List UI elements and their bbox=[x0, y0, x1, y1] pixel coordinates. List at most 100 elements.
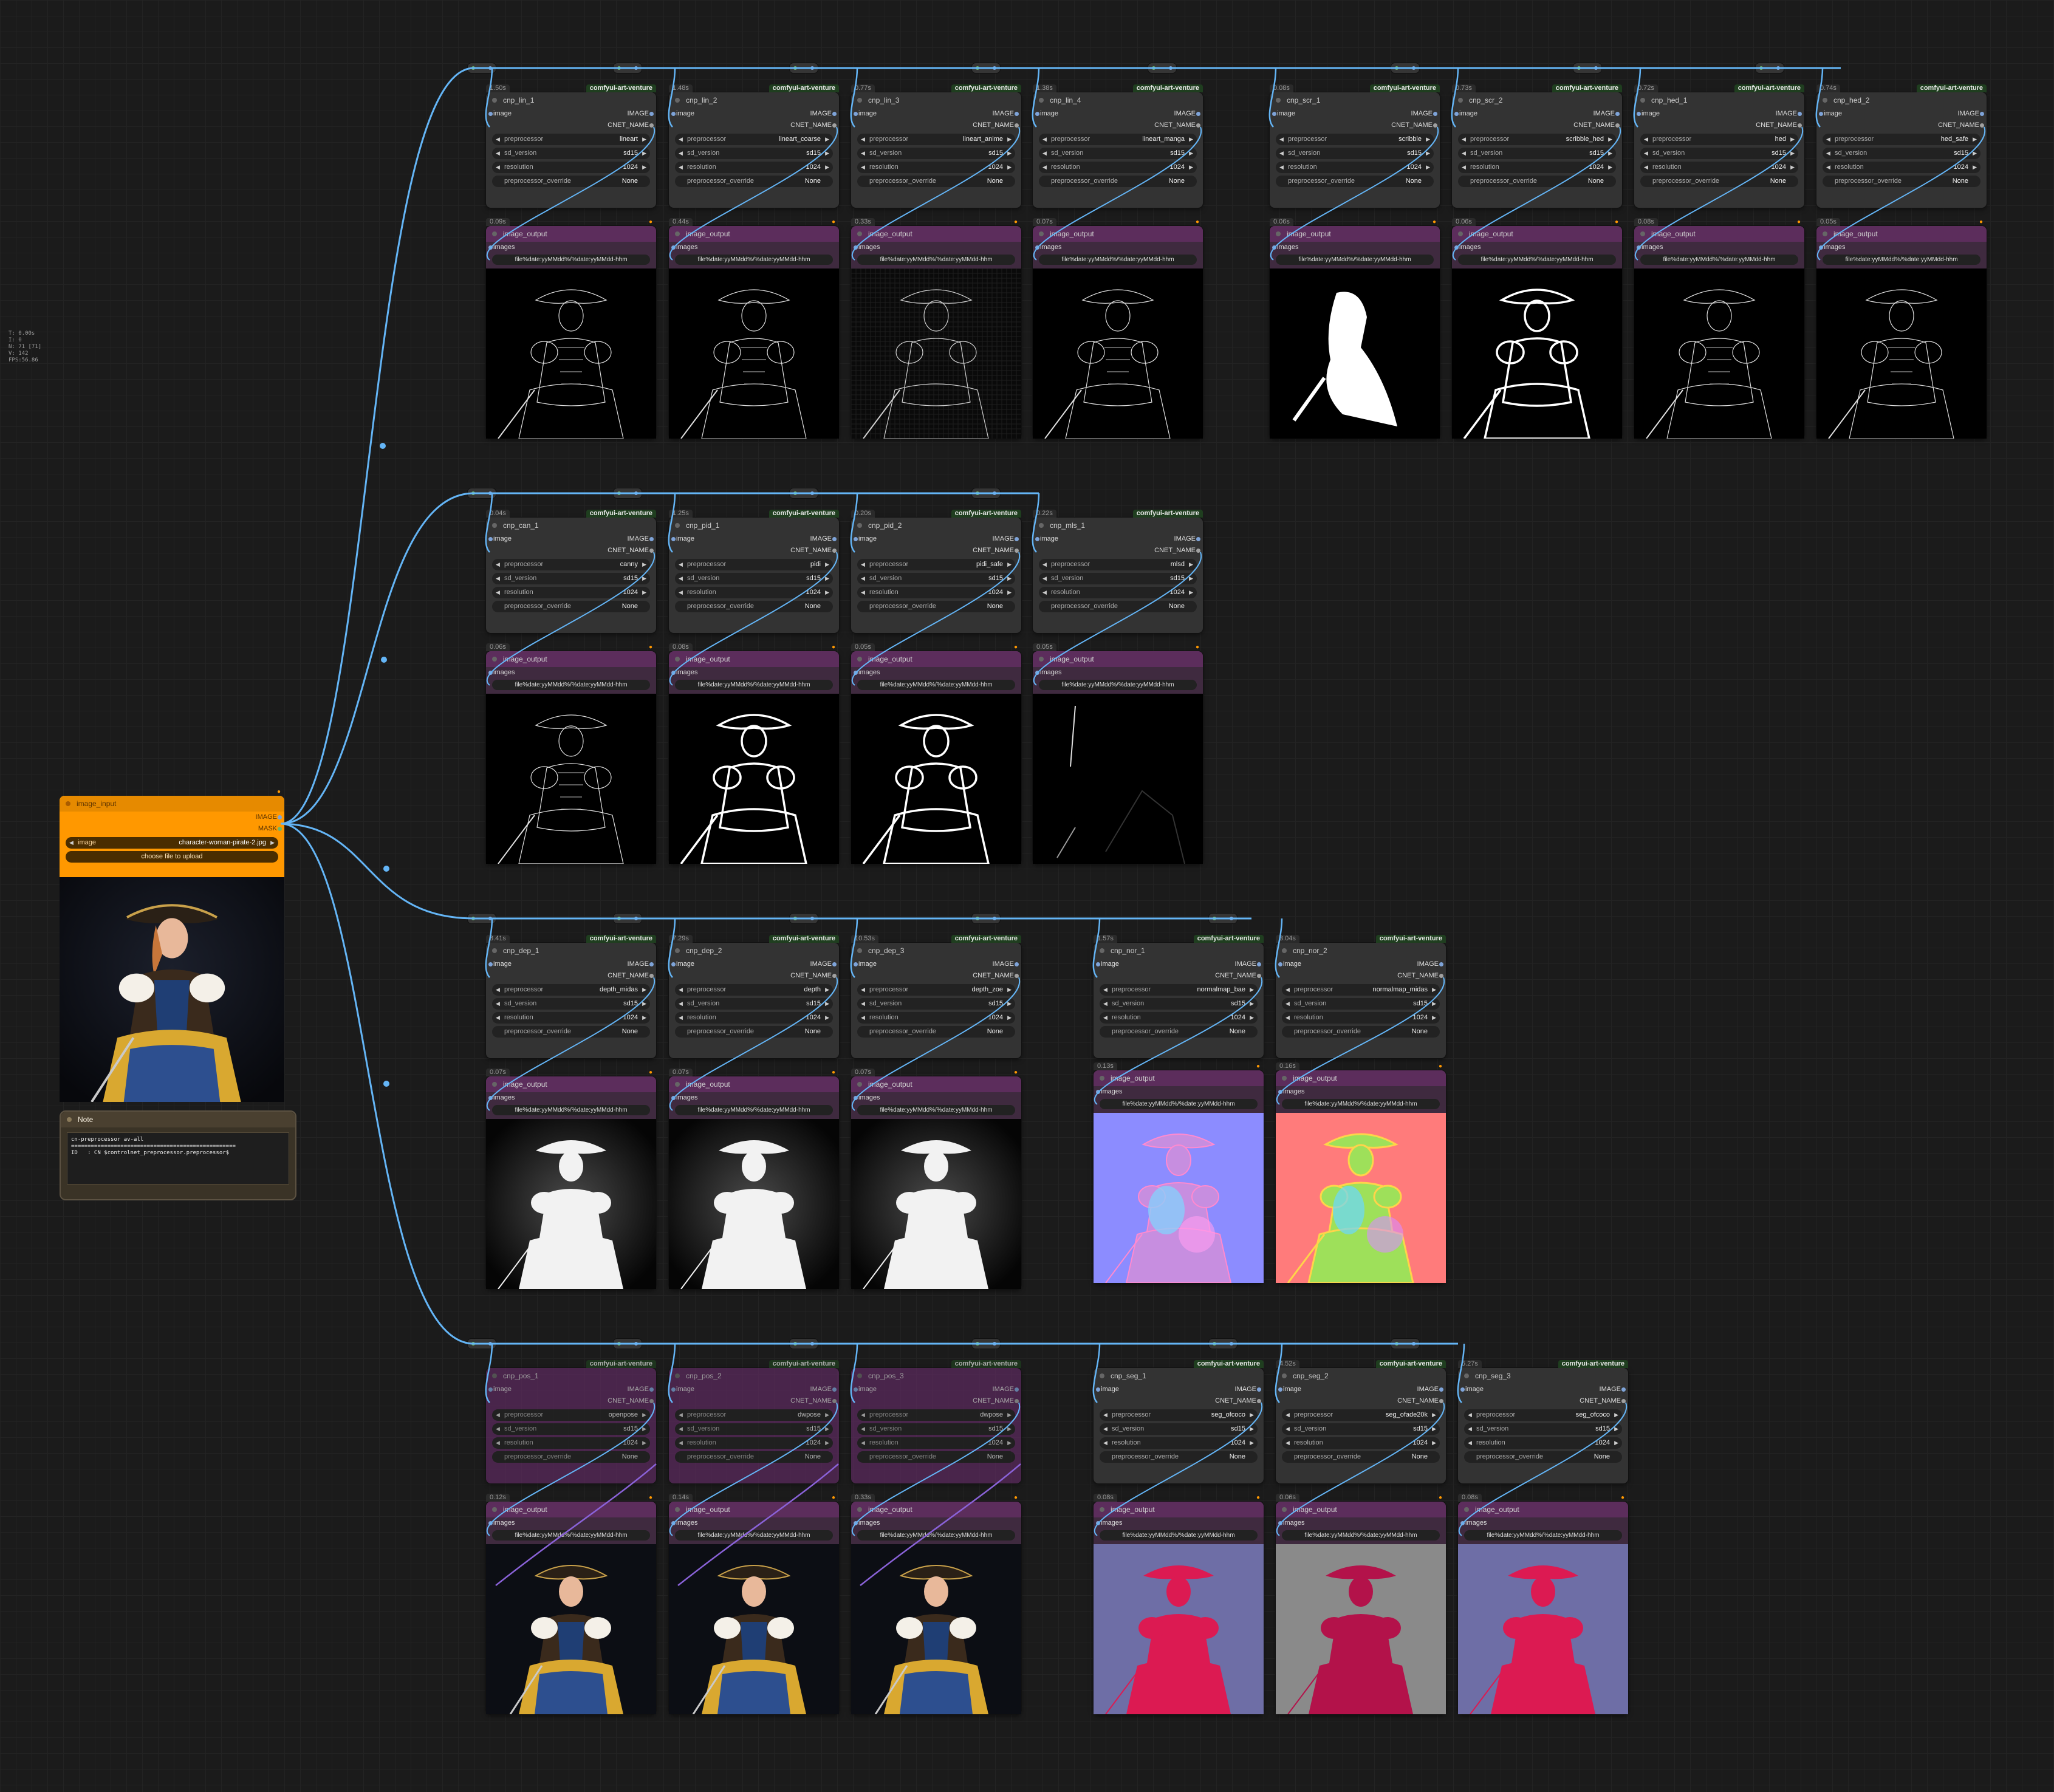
image-output-node[interactable]: 0.08s ● image_output images file%date:yyMMdd… bbox=[1094, 1494, 1264, 1714]
output-image-socket[interactable] bbox=[649, 962, 654, 966]
preprocessor-widget[interactable]: preprocessor lineart_anime bbox=[857, 134, 1015, 145]
image-output-node[interactable]: 0.07s ● image_output images file%date:yyMMdd… bbox=[486, 1069, 656, 1289]
override-widget[interactable]: preprocessor_override None bbox=[1282, 1026, 1440, 1038]
resolution-widget[interactable]: resolution 1024 bbox=[492, 1437, 650, 1449]
preprocessor-widget[interactable]: preprocessor lineart bbox=[492, 134, 650, 145]
output-image-socket[interactable] bbox=[1196, 537, 1200, 541]
input-image-socket[interactable] bbox=[854, 112, 858, 116]
node-title[interactable]: cnp_seg_1 bbox=[1094, 1368, 1264, 1384]
input-images-socket[interactable] bbox=[1637, 245, 1641, 250]
output-cnet-socket[interactable] bbox=[1439, 1399, 1443, 1403]
output-menu-icon[interactable]: ● bbox=[649, 644, 652, 651]
node-title[interactable]: image_output bbox=[851, 1076, 1021, 1092]
input-image-socket[interactable] bbox=[1272, 112, 1276, 116]
reroute-node[interactable] bbox=[972, 63, 1000, 73]
node-title[interactable]: cnp_scr_2 bbox=[1452, 92, 1622, 108]
filename-prefix-widget[interactable]: file%date:yyMMdd%/%date:yyMMdd-hhm bbox=[675, 255, 833, 265]
filename-prefix-widget[interactable]: file%date:yyMMdd%/%date:yyMMdd-hhm bbox=[675, 1105, 833, 1115]
filename-prefix-widget[interactable]: file%date:yyMMdd%/%date:yyMMdd-hhm bbox=[1100, 1530, 1258, 1541]
preprocessor-widget[interactable]: preprocessor lineart_coarse bbox=[675, 134, 833, 145]
output-image-socket[interactable] bbox=[1621, 1387, 1626, 1392]
collapse-toggle-icon[interactable]: ● bbox=[277, 788, 281, 795]
node-title[interactable]: image_output bbox=[1634, 226, 1804, 242]
output-cnet-socket[interactable] bbox=[1615, 123, 1620, 128]
reroute-node[interactable] bbox=[790, 1339, 818, 1349]
filename-prefix-widget[interactable]: file%date:yyMMdd%/%date:yyMMdd-hhm bbox=[1282, 1530, 1440, 1541]
reroute-node[interactable] bbox=[972, 488, 1000, 498]
reroute-node[interactable] bbox=[790, 63, 818, 73]
sd-version-widget[interactable]: sd_version sd15 bbox=[492, 148, 650, 159]
sd-version-widget[interactable]: sd_version sd15 bbox=[492, 573, 650, 584]
node-title[interactable]: cnp_pos_3 bbox=[851, 1368, 1021, 1384]
input-image-socket[interactable] bbox=[488, 962, 493, 966]
output-cnet-socket[interactable] bbox=[1621, 1399, 1626, 1403]
resolution-widget[interactable]: resolution 1024 bbox=[1039, 587, 1197, 598]
image-output-node[interactable]: 0.08s ● image_output images file%date:yyMMdd… bbox=[1634, 218, 1804, 439]
input-image-socket[interactable] bbox=[1637, 112, 1641, 116]
output-image-socket[interactable] bbox=[1439, 1387, 1443, 1392]
override-widget[interactable]: preprocessor_override None bbox=[1100, 1026, 1258, 1038]
output-image-socket[interactable] bbox=[1439, 962, 1443, 966]
output-cnet-socket[interactable] bbox=[832, 974, 837, 978]
output-image-socket[interactable] bbox=[1015, 537, 1019, 541]
node-title[interactable]: image_output bbox=[1270, 226, 1440, 242]
output-image-socket[interactable] bbox=[1433, 112, 1437, 116]
node-title[interactable]: image_output bbox=[851, 1502, 1021, 1517]
node-title[interactable]: image_output bbox=[1452, 226, 1622, 242]
output-menu-icon[interactable]: ● bbox=[832, 644, 835, 651]
input-image-socket[interactable] bbox=[671, 1387, 676, 1392]
reroute-node[interactable] bbox=[614, 488, 642, 498]
override-widget[interactable]: preprocessor_override None bbox=[1039, 601, 1197, 612]
input-image-socket[interactable] bbox=[671, 962, 676, 966]
node-title[interactable]: image_output bbox=[669, 1502, 839, 1517]
override-widget[interactable]: preprocessor_override None bbox=[675, 601, 833, 612]
input-images-socket[interactable] bbox=[671, 1521, 676, 1525]
node-title[interactable]: cnp_lin_1 bbox=[486, 92, 656, 108]
image-output-node[interactable]: 0.08s ● image_output images file%date:yyMMdd… bbox=[669, 643, 839, 864]
preprocessor-widget[interactable]: preprocessor pidi_safe bbox=[857, 559, 1015, 570]
node-title[interactable]: image_output bbox=[851, 651, 1021, 667]
input-images-socket[interactable] bbox=[671, 1096, 676, 1100]
output-menu-icon[interactable]: ● bbox=[1979, 219, 1983, 225]
output-menu-icon[interactable]: ● bbox=[1439, 1063, 1442, 1070]
preprocessor-widget[interactable]: preprocessor hed bbox=[1640, 134, 1798, 145]
preprocessor-widget[interactable]: preprocessor depth_zoe bbox=[857, 984, 1015, 996]
output-cnet-socket[interactable] bbox=[1257, 974, 1261, 978]
output-menu-icon[interactable]: ● bbox=[1797, 219, 1801, 225]
sd-version-widget[interactable]: sd_version sd15 bbox=[857, 573, 1015, 584]
output-menu-icon[interactable]: ● bbox=[1014, 1494, 1018, 1501]
output-menu-icon[interactable]: ● bbox=[1256, 1063, 1260, 1070]
resolution-widget[interactable]: resolution 1024 bbox=[675, 587, 833, 598]
output-image-socket[interactable] bbox=[1615, 112, 1620, 116]
preprocessor-node[interactable]: 1.48s comfyui-art-venture cnp_lin_2 image IM… bbox=[669, 84, 839, 208]
reroute-node[interactable] bbox=[468, 63, 496, 73]
output-image-socket[interactable] bbox=[1015, 112, 1019, 116]
image-output-node[interactable]: 0.07s ● image_output images file%date:yyMMdd… bbox=[851, 1069, 1021, 1289]
sd-version-widget[interactable]: sd_version sd15 bbox=[675, 148, 833, 159]
preprocessor-widget[interactable]: preprocessor lineart_manga bbox=[1039, 134, 1197, 145]
output-menu-icon[interactable]: ● bbox=[1256, 1494, 1260, 1501]
input-images-socket[interactable] bbox=[854, 1096, 858, 1100]
reroute-node[interactable] bbox=[1209, 1339, 1237, 1349]
node-title[interactable]: image_output bbox=[669, 651, 839, 667]
input-images-socket[interactable] bbox=[854, 1521, 858, 1525]
input-image-socket[interactable] bbox=[488, 112, 493, 116]
node-title[interactable]: image_output bbox=[669, 1076, 839, 1092]
input-images-socket[interactable] bbox=[1278, 1090, 1282, 1094]
resolution-widget[interactable]: resolution 1024 bbox=[1282, 1437, 1440, 1449]
output-menu-icon[interactable]: ● bbox=[1196, 219, 1199, 225]
preprocessor-widget[interactable]: preprocessor seg_ofcoco bbox=[1464, 1409, 1622, 1421]
resolution-widget[interactable]: resolution 1024 bbox=[1100, 1437, 1258, 1449]
preprocessor-node[interactable]: comfyui-art-venture cnp_pos_3 image IMAGE CN… bbox=[851, 1360, 1021, 1483]
image-output-node[interactable]: 0.08s ● image_output images file%date:yyMMdd… bbox=[1458, 1494, 1628, 1714]
reroute-node[interactable] bbox=[614, 1339, 642, 1349]
preprocessor-widget[interactable]: preprocessor mlsd bbox=[1039, 559, 1197, 570]
input-image-socket[interactable] bbox=[488, 1387, 493, 1392]
resolution-widget[interactable]: resolution 1024 bbox=[492, 162, 650, 173]
resolution-widget[interactable]: resolution 1024 bbox=[1640, 162, 1798, 173]
output-image-socket[interactable] bbox=[649, 537, 654, 541]
image-output-node[interactable]: 0.05s ● image_output images file%date:yyMMdd… bbox=[1033, 643, 1203, 864]
preprocessor-node[interactable]: comfyui-art-venture cnp_pos_2 image IMAGE CN… bbox=[669, 1360, 839, 1483]
image-output-node[interactable]: 0.06s ● image_output images file%date:yyMMdd… bbox=[1452, 218, 1622, 439]
image-output-node[interactable]: 0.33s ● image_output images file%date:yyMMdd… bbox=[851, 218, 1021, 439]
